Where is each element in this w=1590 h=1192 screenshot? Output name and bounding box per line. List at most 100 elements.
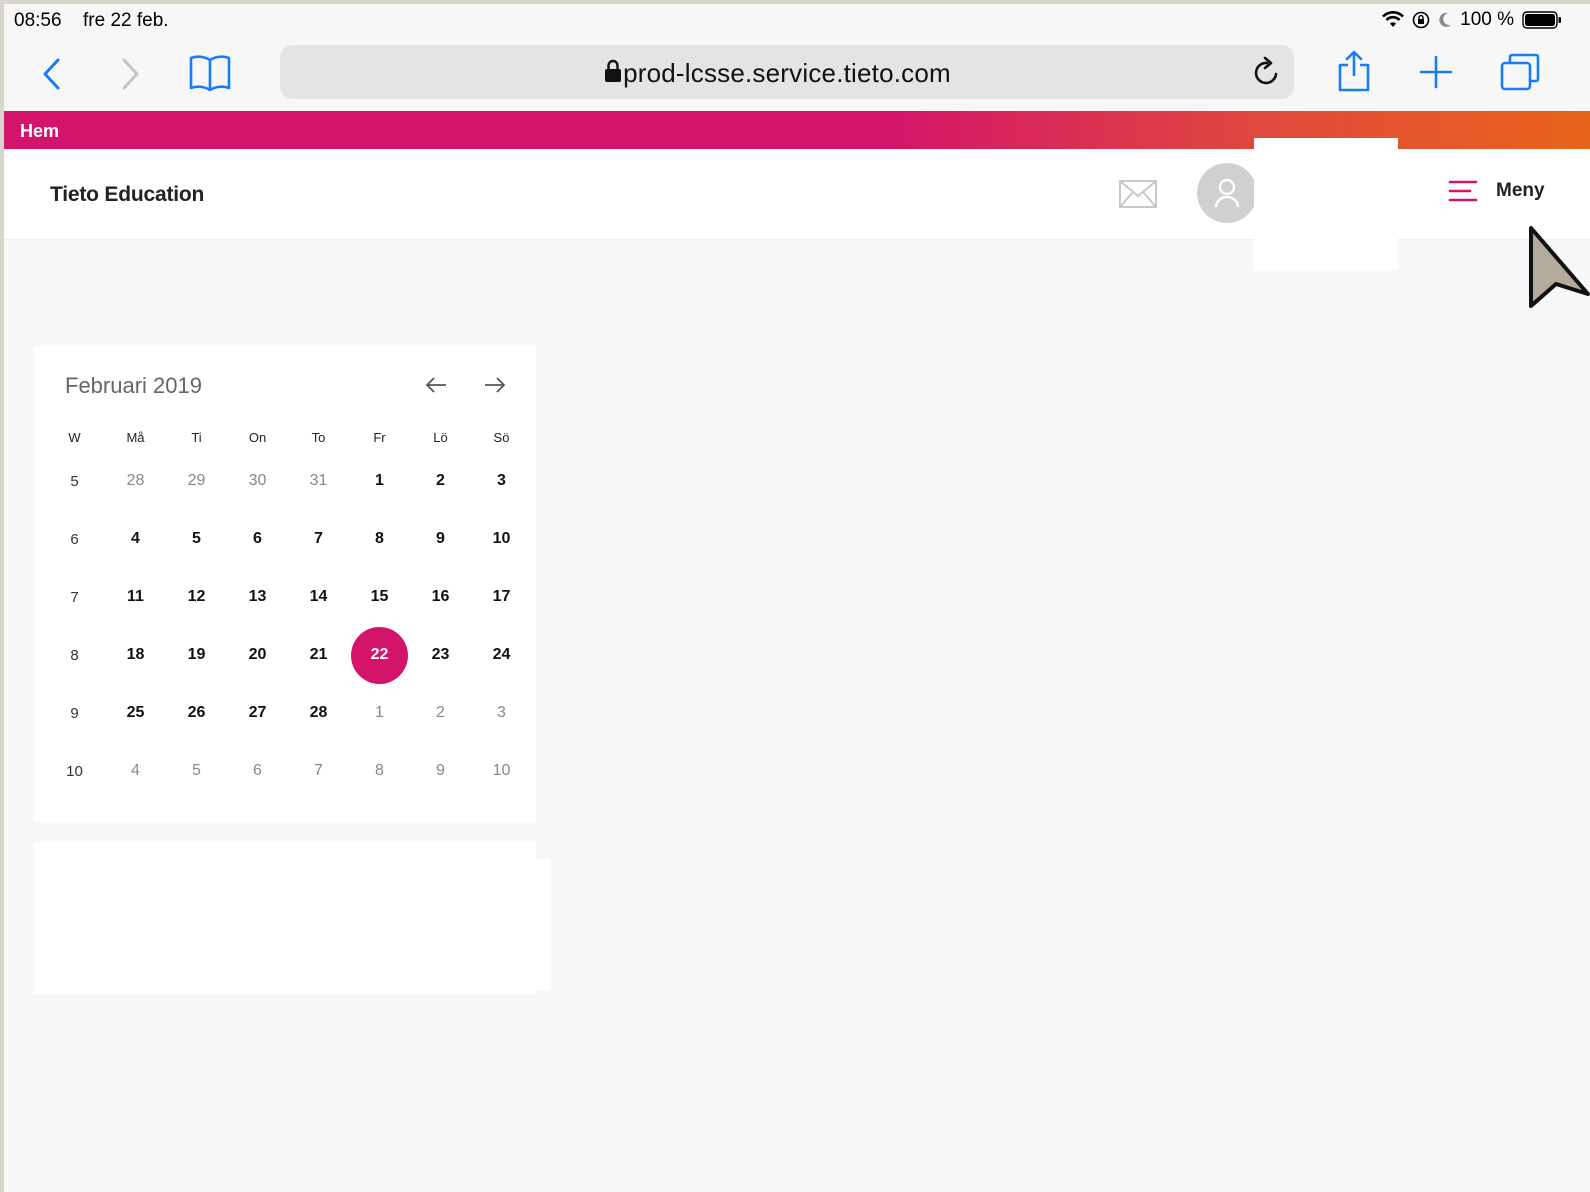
- calendar-day[interactable]: 9: [410, 511, 471, 567]
- moon-icon: [1439, 12, 1452, 27]
- calendar-day[interactable]: 28: [288, 685, 349, 741]
- calendar-day[interactable]: 24: [471, 627, 532, 683]
- calendar-day[interactable]: 7: [288, 511, 349, 567]
- calendar-week-row: 10 4 5 6 7 8 9 10: [44, 742, 532, 800]
- calendar-day[interactable]: 20: [227, 627, 288, 683]
- orientation-lock-icon: [1412, 11, 1430, 29]
- week-number: 7: [70, 588, 79, 606]
- calendar-day-label: 28: [126, 472, 145, 489]
- calendar-day[interactable]: 5: [166, 511, 227, 567]
- calendar-day-label: 3: [497, 472, 506, 489]
- calendar-day[interactable]: 25: [105, 685, 166, 741]
- user-icon: [1214, 178, 1240, 208]
- mail-icon[interactable]: [1118, 179, 1158, 209]
- calendar-day[interactable]: 14: [288, 569, 349, 625]
- weekday-header: Sö: [493, 429, 510, 445]
- calendar-day[interactable]: 11: [105, 569, 166, 625]
- calendar-day[interactable]: 4: [105, 743, 166, 799]
- browser-toolbar: prod-lcsse.service.tieto.com: [4, 36, 1590, 111]
- calendar-day-label: 26: [187, 704, 206, 721]
- calendar-day[interactable]: 15: [349, 569, 410, 625]
- calendar-day[interactable]: 29: [166, 453, 227, 509]
- calendar-day-label: 2: [436, 472, 445, 489]
- week-number: 6: [70, 530, 79, 548]
- calendar-day[interactable]: 16: [410, 569, 471, 625]
- calendar-day-label: 12: [187, 588, 206, 605]
- calendar-day-label: 14: [309, 588, 328, 605]
- week-number: 9: [70, 704, 79, 722]
- calendar-day[interactable]: 5: [166, 743, 227, 799]
- calendar-day[interactable]: 10: [471, 511, 532, 567]
- bookmarks-button[interactable]: [188, 52, 232, 94]
- address-bar[interactable]: prod-lcsse.service.tieto.com: [280, 45, 1294, 99]
- calendar-day[interactable]: 19: [166, 627, 227, 683]
- calendar-day-label: 25: [126, 704, 145, 721]
- calendar-day[interactable]: 30: [227, 453, 288, 509]
- calendar-day[interactable]: 23: [410, 627, 471, 683]
- calendar-day[interactable]: 27: [227, 685, 288, 741]
- calendar-day[interactable]: 13: [227, 569, 288, 625]
- calendar-day-label: 18: [126, 646, 145, 663]
- calendar-day-label: 5: [192, 762, 201, 779]
- share-button[interactable]: [1336, 48, 1372, 94]
- calendar-day[interactable]: 2: [410, 685, 471, 741]
- calendar-day[interactable]: 2: [410, 453, 471, 509]
- calendar-day[interactable]: 9: [410, 743, 471, 799]
- back-button[interactable]: [34, 54, 68, 94]
- calendar-day-label: 9: [436, 530, 445, 547]
- status-date: fre 22 feb.: [83, 10, 169, 31]
- calendar-day[interactable]: 4: [105, 511, 166, 567]
- avatar[interactable]: [1197, 163, 1257, 223]
- menu-button[interactable]: Meny: [1448, 179, 1545, 203]
- arrow-left-icon[interactable]: [424, 374, 448, 396]
- calendar-day[interactable]: 3: [471, 685, 532, 741]
- battery-percentage: 100 %: [1460, 9, 1514, 30]
- tabs-overview-button[interactable]: [1500, 52, 1540, 92]
- reload-icon[interactable]: [1252, 56, 1282, 88]
- week-number-header: W: [68, 429, 81, 445]
- calendar-day-label: 21: [309, 646, 328, 663]
- calendar-day-label: 30: [248, 472, 267, 489]
- calendar-day[interactable]: 31: [288, 453, 349, 509]
- calendar-day-label: 3: [497, 704, 506, 721]
- share-icon: [1338, 50, 1370, 92]
- calendar-day-label: 16: [431, 588, 450, 605]
- calendar-day[interactable]: 10: [471, 743, 532, 799]
- new-tab-button[interactable]: [1418, 52, 1454, 92]
- calendar-day-label: 11: [127, 588, 144, 605]
- calendar-day[interactable]: 8: [349, 743, 410, 799]
- calendar-day-label: 5: [192, 530, 201, 547]
- calendar-day-label: 6: [253, 530, 262, 547]
- calendar-day[interactable]: 6: [227, 743, 288, 799]
- calendar-day-label: 29: [187, 472, 206, 489]
- chevron-left-icon: [43, 58, 60, 90]
- home-link[interactable]: Hem: [20, 121, 59, 142]
- calendar-day[interactable]: 7: [288, 743, 349, 799]
- calendar-day-label: 8: [375, 762, 384, 779]
- calendar-day[interactable]: 1: [349, 685, 410, 741]
- arrow-right-icon[interactable]: [483, 374, 507, 396]
- calendar-day[interactable]: 21: [288, 627, 349, 683]
- calendar-day[interactable]: 26: [166, 685, 227, 741]
- calendar-day-label: 13: [248, 588, 267, 605]
- weekday-header: Ti: [191, 429, 202, 445]
- calendar-day[interactable]: 28: [105, 453, 166, 509]
- calendar-week-row: 8 18 19 20 21 22 23 24: [44, 626, 532, 684]
- week-number: 5: [70, 472, 79, 490]
- calendar-day[interactable]: 8: [349, 511, 410, 567]
- book-icon: [189, 55, 231, 92]
- calendar-day-label: 24: [492, 646, 511, 663]
- calendar-day-label: 28: [309, 704, 328, 721]
- calendar-day-label: 6: [253, 762, 262, 779]
- calendar-widget: Februari 2019 W Må Ti On To Fr Lö Sö 5 28 29 30 31 1 2…: [34, 346, 536, 822]
- brand-name[interactable]: Tieto Education: [50, 183, 204, 207]
- calendar-day[interactable]: 12: [166, 569, 227, 625]
- calendar-day[interactable]: 6: [227, 511, 288, 567]
- calendar-day[interactable]: 17: [471, 569, 532, 625]
- calendar-day[interactable]: 18: [105, 627, 166, 683]
- calendar-day-selected[interactable]: 22: [349, 626, 410, 684]
- forward-button[interactable]: [114, 54, 148, 94]
- calendar-day-label: 10: [492, 762, 511, 779]
- calendar-day[interactable]: 1: [349, 453, 410, 509]
- calendar-day[interactable]: 3: [471, 453, 532, 509]
